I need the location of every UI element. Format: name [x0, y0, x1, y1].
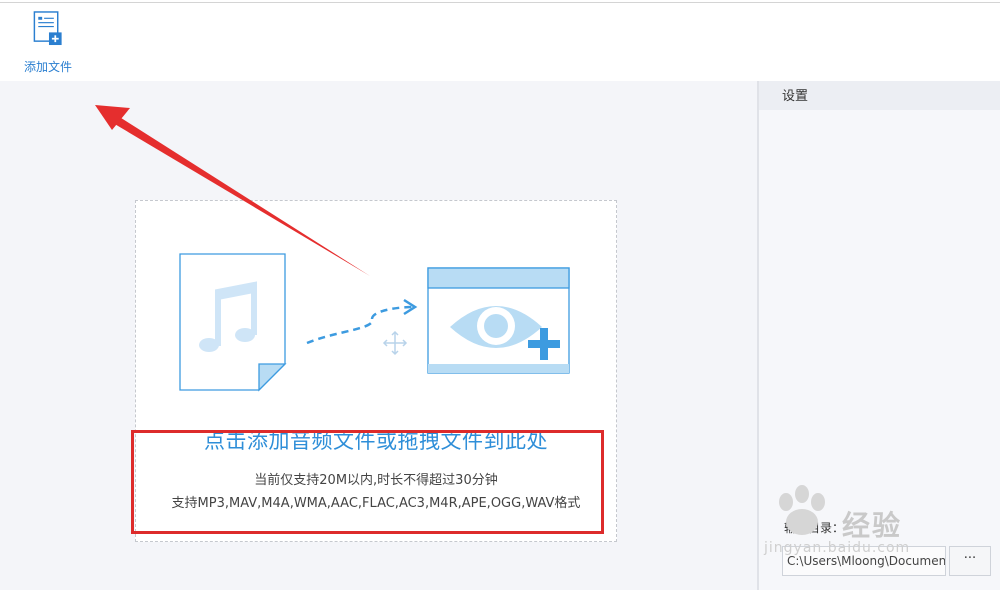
settings-header: 设置 — [759, 81, 1000, 110]
add-file-label: 添加文件 — [23, 60, 72, 74]
eye-window-icon — [427, 267, 570, 374]
drop-zone[interactable]: 点击添加音频文件或拖拽文件到此处 当前仅支持20M以内,时长不得超过30分钟 支… — [135, 200, 617, 542]
music-file-icon — [179, 253, 287, 392]
drop-zone-formats-text: 支持MP3,MAV,M4A,WMA,AAC,FLAC,AC3,M4R,APE,O… — [171, 496, 581, 511]
settings-panel: 设置 输出目录： C:\Users\Mloong\Documents ··· — [759, 81, 1000, 590]
drop-zone-limit-text: 当前仅支持20M以内,时长不得超过30分钟 — [254, 473, 498, 488]
toolbar: 添加文件 — [0, 3, 1000, 81]
output-dir-input[interactable]: C:\Users\Mloong\Documents — [782, 546, 946, 576]
add-file-icon — [33, 11, 62, 46]
drop-illustration — [179, 253, 570, 392]
add-file-button[interactable]: 添加文件 — [12, 9, 84, 75]
drop-zone-title: 点击添加音频文件或拖拽文件到此处 — [204, 429, 548, 453]
output-dir-label: 输出目录： — [784, 521, 845, 535]
dashed-arrow-icon — [306, 298, 418, 345]
move-icon — [382, 330, 408, 356]
browse-button[interactable]: ··· — [949, 546, 991, 576]
